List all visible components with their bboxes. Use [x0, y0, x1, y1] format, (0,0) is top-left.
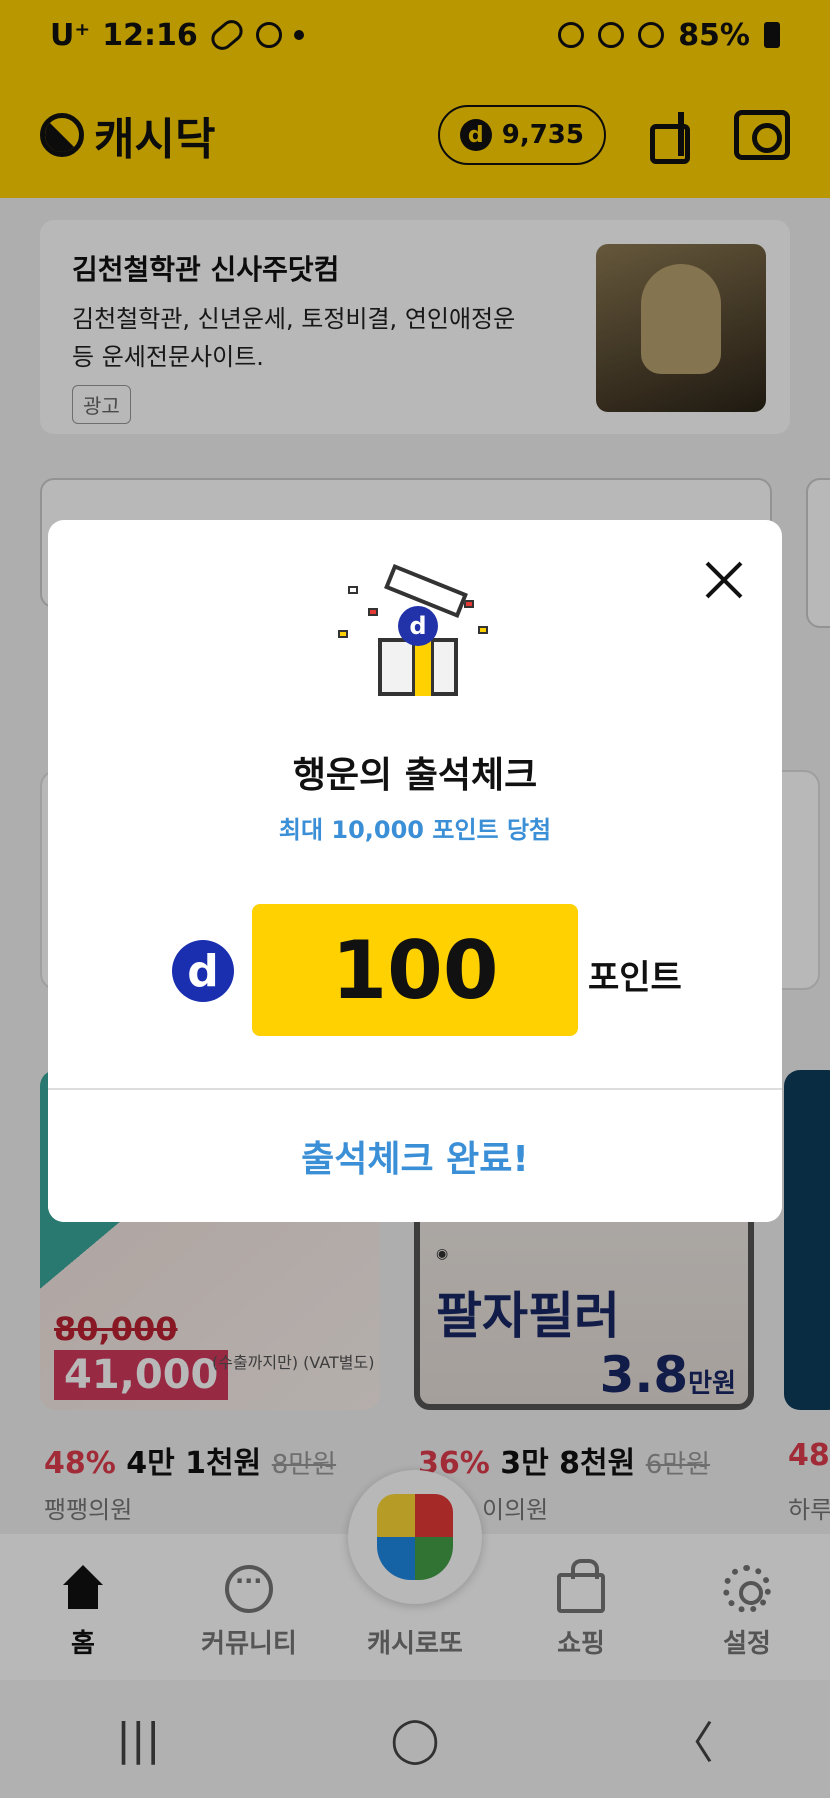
d-coin-icon: d — [398, 606, 438, 646]
close-icon[interactable] — [700, 556, 748, 604]
modal-title: 행운의 출석체크 — [292, 755, 538, 796]
modal-subtitle: 최대 10,000 포인트 당첨 — [278, 816, 552, 844]
reward-row: d 100 포인트 — [48, 904, 782, 1036]
d-point-icon: d — [172, 940, 234, 1002]
attendance-complete-button[interactable]: 출석체크 완료! — [48, 1090, 782, 1222]
reward-amount: 100 — [252, 904, 578, 1036]
reward-unit: 포인트 — [588, 958, 682, 998]
gift-box-icon: d — [338, 563, 498, 700]
attendance-modal: d 행운의 출석체크 최대 10,000 포인트 당첨 d 100 포인트 출석… — [48, 520, 782, 1222]
